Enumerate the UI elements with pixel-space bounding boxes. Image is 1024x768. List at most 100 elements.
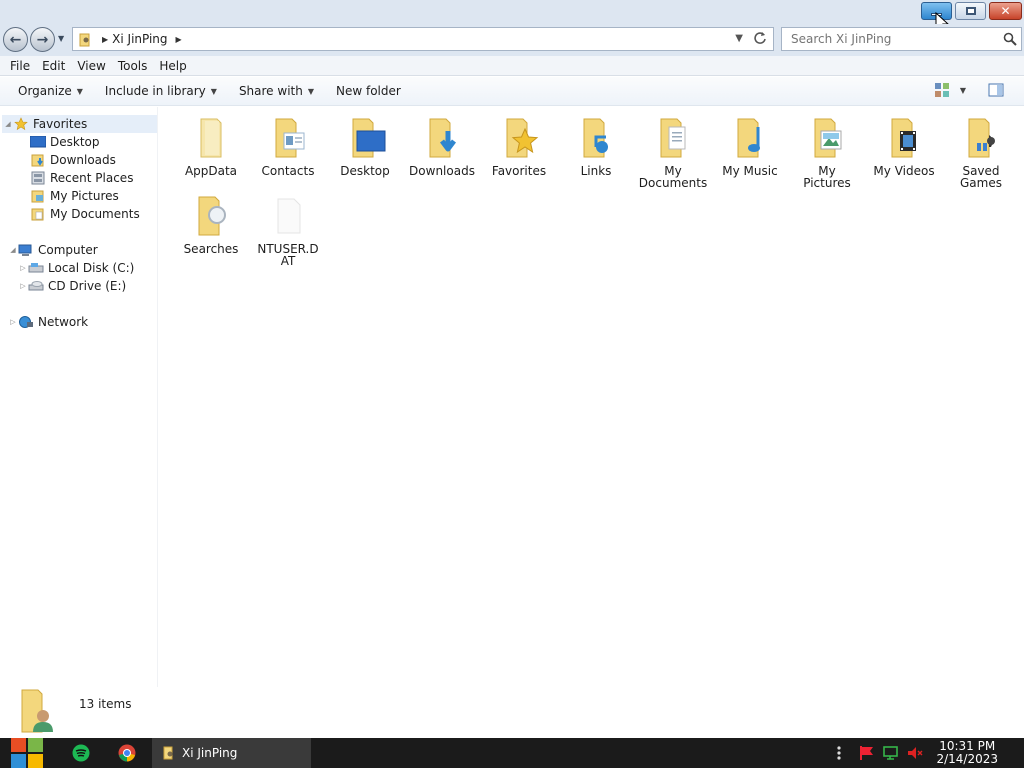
file-list: AppData Contacts Desktop Downloads Favor… — [160, 107, 1024, 687]
nav-recent-places-label: Recent Places — [50, 171, 134, 185]
item-label-line1: Links — [580, 164, 612, 178]
item-label-line2: AT — [280, 254, 296, 268]
restore-button[interactable] — [955, 2, 986, 20]
file-ntuser-dat[interactable]: NTUSER.D AT — [249, 191, 327, 267]
folder-saved-games[interactable]: Saved Games — [942, 113, 1020, 189]
recent-pages-dropdown[interactable]: ▼ — [58, 34, 64, 43]
address-history-dropdown-icon[interactable]: ▼ — [735, 33, 743, 44]
folder-my-music[interactable]: My Music — [711, 113, 789, 177]
chrome-icon[interactable] — [118, 744, 136, 762]
folder-contacts[interactable]: Contacts — [249, 113, 327, 177]
restore-icon — [965, 7, 976, 15]
menu-file[interactable]: File — [4, 59, 36, 73]
nav-my-documents[interactable]: My Documents — [30, 205, 140, 223]
links-folder-icon — [572, 113, 620, 161]
item-label-line1: AppData — [184, 164, 238, 178]
new-folder-label: New folder — [336, 84, 401, 98]
tray-overflow-icon[interactable] — [836, 745, 842, 761]
music-folder-icon — [726, 113, 774, 161]
user-folder-icon — [21, 689, 53, 733]
expand-triangle-icon[interactable]: ◢ — [3, 120, 13, 128]
action-center-flag-icon[interactable] — [858, 745, 876, 761]
nav-favorites[interactable]: ◢ Favorites — [2, 115, 157, 133]
nav-computer[interactable]: ◢ Computer — [8, 241, 98, 259]
organize-button[interactable]: Organize ▼ — [10, 84, 91, 98]
close-button[interactable]: ✕ — [989, 2, 1022, 20]
collapsed-triangle-icon[interactable]: ▷ — [18, 264, 28, 272]
expand-triangle-icon[interactable]: ◢ — [8, 246, 18, 254]
cd-drive-icon — [28, 279, 44, 293]
menu-view[interactable]: View — [71, 59, 111, 73]
spotify-icon[interactable] — [72, 744, 90, 762]
folder-my-videos[interactable]: My Videos — [865, 113, 943, 177]
nav-local-disk-label: Local Disk (C:) — [48, 261, 135, 275]
item-label-line2: Games — [960, 176, 1002, 190]
preview-pane-icon[interactable] — [988, 82, 1004, 98]
user-folder-icon — [163, 746, 173, 760]
item-label-line1: Contacts — [261, 164, 315, 178]
include-in-library-button[interactable]: Include in library ▼ — [97, 84, 225, 98]
nav-desktop[interactable]: Desktop — [30, 133, 100, 151]
saved-games-folder-icon — [957, 113, 1005, 161]
system-clock[interactable]: 10:31 PM 2/14/2023 — [936, 740, 998, 766]
nav-recent-places[interactable]: Recent Places — [30, 169, 133, 187]
menu-edit[interactable]: Edit — [36, 59, 71, 73]
nav-downloads-label: Downloads — [50, 153, 116, 167]
nav-downloads[interactable]: Downloads — [30, 151, 116, 169]
nav-my-pictures-label: My Pictures — [50, 189, 119, 203]
search-input[interactable] — [791, 32, 1001, 46]
breadcrumb-separator-icon: ▶ — [102, 34, 109, 44]
nav-network-label: Network — [38, 315, 89, 329]
nav-cd-drive[interactable]: ▷ CD Drive (E:) — [18, 277, 126, 295]
address-bar[interactable]: ▶ Xi JinPing ▶ ▼ — [72, 27, 774, 51]
nav-computer-label: Computer — [38, 243, 98, 257]
nav-favorites-label: Favorites — [33, 117, 88, 131]
breadcrumb-separator-icon[interactable]: ▶ — [176, 35, 182, 44]
nav-my-pictures[interactable]: My Pictures — [30, 187, 119, 205]
folder-favorites[interactable]: Favorites — [480, 113, 558, 177]
taskbar: Xi JinPing 10:31 PM 2/14/2023 — [0, 738, 1024, 768]
back-button[interactable]: ← — [3, 27, 28, 52]
folder-searches[interactable]: Searches — [172, 191, 250, 255]
menu-help[interactable]: Help — [153, 59, 192, 73]
desktop-folder-icon — [341, 113, 389, 161]
star-icon — [13, 117, 29, 131]
documents-folder-icon — [30, 207, 46, 221]
nav-my-documents-label: My Documents — [50, 207, 140, 221]
windows-start-icon[interactable] — [11, 738, 43, 768]
folder-links[interactable]: Links — [557, 113, 635, 177]
refresh-icon[interactable] — [753, 31, 767, 45]
menu-tools[interactable]: Tools — [112, 59, 154, 73]
navigation-bar: ← → ▼ ▶ Xi JinPing ▶ ▼ — [0, 24, 1024, 56]
chevron-down-icon: ▼ — [210, 86, 217, 96]
folder-appdata[interactable]: AppData — [172, 113, 250, 177]
searches-folder-icon — [187, 191, 235, 239]
new-folder-button[interactable]: New folder — [328, 84, 409, 98]
folder-my-documents[interactable]: My Documents — [634, 113, 712, 189]
item-label-line1: Desktop — [340, 164, 390, 178]
item-label-line2: Documents — [638, 176, 708, 190]
nav-cd-drive-label: CD Drive (E:) — [48, 279, 127, 293]
nav-network[interactable]: ▷ Network — [8, 313, 88, 331]
forward-arrow-icon: → — [36, 31, 49, 48]
close-icon: ✕ — [1000, 4, 1011, 18]
downloads-icon — [30, 153, 46, 167]
navigation-pane: ◢ Favorites Desktop Downloads Recent Pla… — [0, 107, 158, 687]
pictures-folder-icon — [803, 113, 851, 161]
share-with-button[interactable]: Share with ▼ — [231, 84, 322, 98]
forward-button[interactable]: → — [30, 27, 55, 52]
collapsed-triangle-icon[interactable]: ▷ — [8, 318, 18, 326]
folder-desktop[interactable]: Desktop — [326, 113, 404, 177]
folder-downloads[interactable]: Downloads — [403, 113, 481, 177]
network-status-icon[interactable] — [882, 745, 900, 761]
breadcrumb-xi-jinping[interactable]: Xi JinPing — [112, 32, 167, 46]
volume-muted-icon[interactable] — [906, 745, 924, 761]
taskbar-explorer-window[interactable]: Xi JinPing — [152, 738, 311, 768]
search-icon[interactable] — [1003, 32, 1017, 46]
collapsed-triangle-icon[interactable]: ▷ — [18, 282, 28, 290]
nav-local-disk[interactable]: ▷ Local Disk (C:) — [18, 259, 134, 277]
command-bar: Organize ▼ Include in library ▼ Share with… — [0, 77, 1024, 106]
folder-my-pictures[interactable]: My Pictures — [788, 113, 866, 189]
favorites-folder-icon — [495, 113, 543, 161]
change-view-button[interactable]: ▼ — [934, 82, 966, 98]
